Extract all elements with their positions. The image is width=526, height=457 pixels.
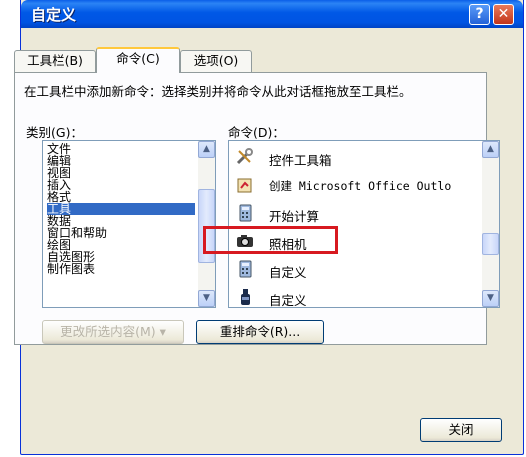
calculator-icon xyxy=(235,204,255,222)
window-title: 自定义 xyxy=(31,6,77,24)
scroll-down-icon[interactable]: ▼ xyxy=(198,290,215,307)
categories-scrollbar[interactable]: ▲ ▼ xyxy=(198,141,215,307)
help-button[interactable]: ? xyxy=(469,4,490,25)
command-item-custom-1[interactable]: 自定义 xyxy=(233,255,473,283)
command-label: 控件工具箱 xyxy=(269,153,332,168)
category-item-charting[interactable]: 制作图表 xyxy=(47,263,195,275)
outlook-icon xyxy=(235,176,255,194)
command-label: 自定义 xyxy=(269,265,307,280)
command-item-create-outlook[interactable]: 创建 Microsoft Office Outlo xyxy=(233,171,473,199)
scroll-up-icon[interactable]: ▲ xyxy=(198,141,215,158)
scroll-up-icon[interactable]: ▲ xyxy=(482,141,499,158)
title-bar: 自定义 ? ✕ xyxy=(21,0,523,28)
tab-toolbars[interactable]: 工具栏(B) xyxy=(14,50,96,72)
commands-list[interactable]: 控件工具箱 创建 Microsoft Office Outlo 开始计算 照相机… xyxy=(228,140,500,308)
tab-options[interactable]: 选项(O) xyxy=(180,50,252,72)
tab-commands[interactable]: 命令(C) xyxy=(96,47,180,73)
categories-label: 类别(G)： xyxy=(26,125,83,140)
command-item-calculate-now[interactable]: 开始计算 xyxy=(233,199,473,227)
commands-scrollbar[interactable]: ▲ ▼ xyxy=(482,141,499,307)
command-item-custom-2[interactable]: 自定义 xyxy=(233,283,473,308)
dropdown-arrow-icon: ▾ xyxy=(159,324,166,339)
modify-selection-button[interactable]: 更改所选内容(M) ▾ xyxy=(42,320,184,344)
command-label: 创建 Microsoft Office Outlo xyxy=(269,179,452,193)
instructions-text: 在工具栏中添加新命令：选择类别并将命令从此对话框拖放至工具栏。 xyxy=(24,84,412,99)
scroll-down-icon[interactable]: ▼ xyxy=(482,290,499,307)
tools-icon xyxy=(235,148,255,166)
categories-list[interactable]: 文件 编辑 视图 插入 格式 工具 数据 窗口和帮助 绘图 自选图形 制作图表 … xyxy=(42,140,216,308)
command-label: 自定义 xyxy=(269,293,307,308)
calculator-icon xyxy=(235,260,255,278)
scroll-thumb[interactable] xyxy=(482,233,499,255)
modify-selection-label: 更改所选内容(M) xyxy=(60,324,156,339)
command-label: 开始计算 xyxy=(269,209,320,224)
close-button[interactable]: 关闭 xyxy=(420,418,502,442)
camera-highlight-box xyxy=(203,226,338,254)
close-window-button[interactable]: ✕ xyxy=(493,4,514,25)
bottle-icon xyxy=(235,288,255,306)
command-item-control-toolbox[interactable]: 控件工具箱 xyxy=(233,143,473,171)
commands-label: 命令(D)： xyxy=(228,125,285,140)
rearrange-commands-button[interactable]: 重排命令(R)... xyxy=(196,320,324,344)
